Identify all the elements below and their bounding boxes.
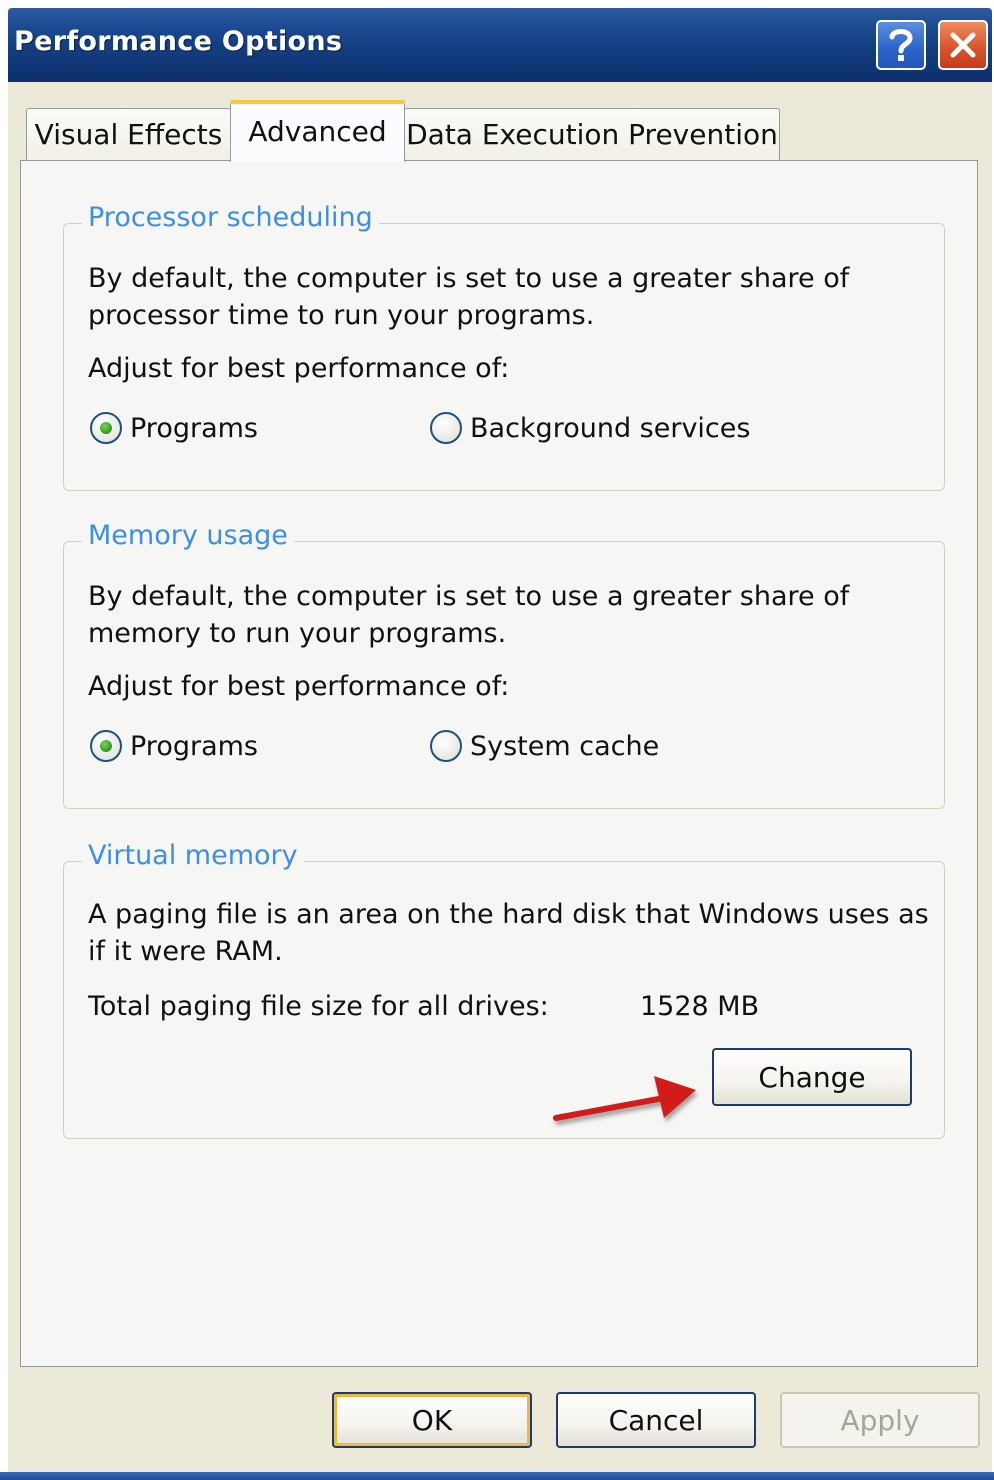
description-line: memory to run your programs. bbox=[88, 618, 507, 649]
radio-label: Programs bbox=[130, 730, 258, 762]
tab-visual-effects[interactable]: Visual Effects bbox=[26, 108, 231, 160]
memory-usage-group: Memory usage By default, the computer is… bbox=[63, 520, 945, 809]
close-button[interactable] bbox=[938, 20, 988, 70]
processor-programs-radio[interactable]: Programs bbox=[90, 412, 258, 444]
memory-system-cache-radio[interactable]: System cache bbox=[430, 730, 659, 762]
apply-button[interactable]: Apply bbox=[780, 1392, 980, 1448]
memory-adjust-label: Adjust for best performance of: bbox=[88, 671, 510, 702]
processor-scheduling-description: By default, the computer is set to use a… bbox=[88, 260, 849, 334]
paging-file-total-value: 1528 MB bbox=[640, 991, 760, 1022]
advanced-tab-page: Processor scheduling By default, the com… bbox=[20, 160, 978, 1367]
memory-usage-legend: Memory usage bbox=[82, 520, 294, 551]
performance-options-window: Performance Options Visual Effects Advan… bbox=[8, 8, 992, 1480]
processor-scheduling-legend: Processor scheduling bbox=[82, 202, 379, 233]
virtual-memory-legend: Virtual memory bbox=[82, 840, 304, 871]
help-button[interactable] bbox=[876, 20, 926, 70]
tab-data-execution-prevention[interactable]: Data Execution Prevention bbox=[404, 108, 780, 160]
memory-usage-description: By default, the computer is set to use a… bbox=[88, 578, 849, 652]
radio-label: Programs bbox=[130, 412, 258, 444]
description-line: By default, the computer is set to use a… bbox=[88, 581, 850, 612]
memory-programs-radio[interactable]: Programs bbox=[90, 730, 258, 762]
close-x-icon bbox=[948, 30, 978, 60]
radio-unselected-icon[interactable] bbox=[430, 412, 462, 444]
ok-button[interactable]: OK bbox=[332, 1392, 532, 1448]
question-mark-icon bbox=[886, 27, 916, 63]
cancel-button[interactable]: Cancel bbox=[556, 1392, 756, 1448]
processor-scheduling-group: Processor scheduling By default, the com… bbox=[63, 202, 945, 491]
radio-label: Background services bbox=[470, 412, 751, 444]
change-button[interactable]: Change bbox=[712, 1048, 912, 1106]
radio-unselected-icon[interactable] bbox=[430, 730, 462, 762]
radio-label: System cache bbox=[470, 730, 660, 762]
radio-selected-icon[interactable] bbox=[90, 412, 122, 444]
tab-advanced[interactable]: Advanced bbox=[230, 100, 405, 162]
description-line: By default, the computer is set to use a… bbox=[88, 263, 850, 294]
description-line: if it were RAM. bbox=[88, 936, 283, 967]
processor-background-services-radio[interactable]: Background services bbox=[430, 412, 750, 444]
description-line: processor time to run your programs. bbox=[88, 300, 595, 331]
red-arrow-icon bbox=[553, 1076, 696, 1121]
paging-file-total-label: Total paging file size for all drives: bbox=[88, 991, 549, 1022]
window-title: Performance Options bbox=[14, 26, 343, 57]
virtual-memory-group: Virtual memory A paging file is an area … bbox=[63, 840, 945, 1139]
radio-selected-icon[interactable] bbox=[90, 730, 122, 762]
virtual-memory-description: A paging file is an area on the hard dis… bbox=[88, 896, 929, 970]
title-bar[interactable]: Performance Options bbox=[8, 8, 992, 82]
description-line: A paging file is an area on the hard dis… bbox=[88, 899, 929, 930]
taskbar-edge bbox=[0, 1472, 994, 1480]
processor-adjust-label: Adjust for best performance of: bbox=[88, 353, 510, 384]
